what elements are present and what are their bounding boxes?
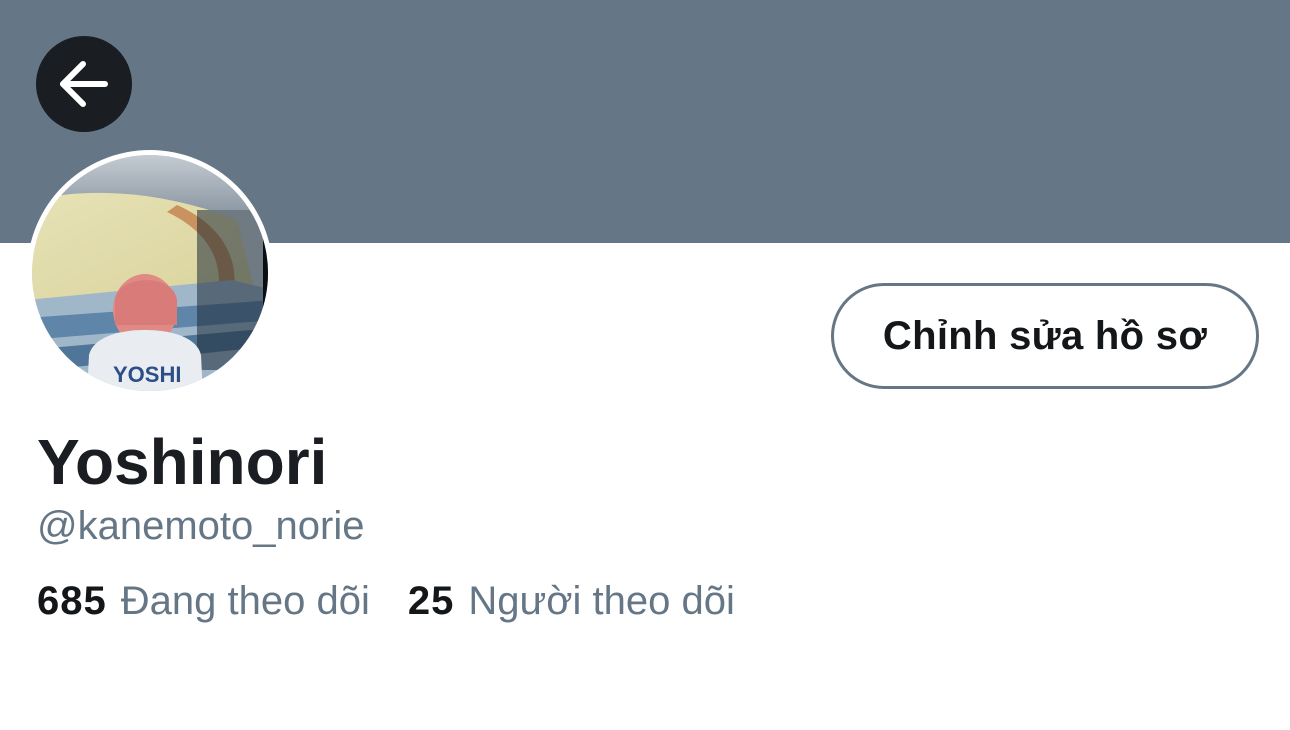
avatar[interactable]: YOSHI (27, 150, 273, 396)
back-button[interactable] (36, 36, 132, 132)
follow-stats: 685 Đang theo dõi 25 Người theo dõi (37, 576, 735, 626)
followers-stat[interactable]: 25 Người theo dõi (408, 576, 735, 626)
arrow-left-icon (57, 57, 111, 111)
followers-count: 25 (407, 579, 455, 623)
username-handle: @kanemoto_norie (37, 504, 365, 548)
following-stat[interactable]: 685 Đang theo dõi (37, 576, 370, 626)
avatar-jersey-text: YOSHI (113, 362, 181, 387)
followers-label: Người theo dõi (468, 579, 735, 623)
display-name: Yoshinori (37, 426, 328, 498)
edit-profile-button[interactable]: Chỉnh sửa hồ sơ (831, 283, 1259, 389)
profile-page: YOSHI Chỉnh sửa hồ sơ Yoshinori @kanemot… (0, 0, 1290, 730)
following-count: 685 (37, 579, 107, 623)
following-label: Đang theo dõi (120, 579, 370, 623)
